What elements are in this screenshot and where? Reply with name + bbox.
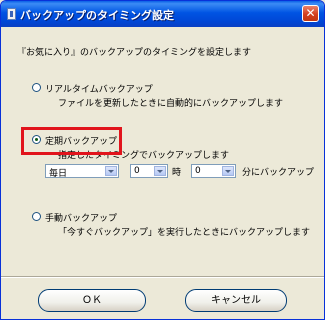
window-title: バックアップのタイミング設定: [20, 9, 174, 22]
intro-text: 『お気に入り』のバックアップのタイミングを設定します: [17, 48, 252, 58]
manual-desc: 「今すぐバックアップ」を実行したときにバックアップします: [58, 228, 311, 238]
frequency-select[interactable]: 毎日: [45, 164, 119, 179]
cancel-button[interactable]: キャンセル: [185, 289, 287, 312]
dialog-window: バックアップのタイミング設定 ✕ 『お気に入り』のバックアップのタイミングを設定…: [0, 0, 325, 320]
manual-radio[interactable]: [32, 212, 41, 221]
footer-divider: [1, 276, 324, 278]
realtime-radio[interactable]: [32, 83, 41, 92]
app-icon: [7, 8, 16, 20]
realtime-label[interactable]: リアルタイムバックアップ: [45, 82, 153, 95]
close-button[interactable]: ✕: [302, 5, 319, 22]
manual-label[interactable]: 手動バックアップ: [45, 211, 117, 224]
hour-unit-label: 時: [172, 168, 182, 178]
chevron-down-icon[interactable]: [105, 166, 117, 176]
hour-value: 0: [134, 166, 140, 176]
frequency-value: 毎日: [49, 169, 68, 179]
minute-select[interactable]: 0: [191, 164, 236, 178]
chevron-down-icon[interactable]: [222, 166, 234, 176]
minute-unit-label: 分にバックアップ: [242, 168, 315, 178]
minute-value: 0: [195, 166, 201, 176]
chevron-down-icon[interactable]: [154, 166, 166, 176]
highlight-box: [21, 127, 122, 155]
hour-select[interactable]: 0: [130, 164, 168, 178]
realtime-desc: ファイルを更新したときに自動的にバックアップします: [58, 99, 284, 109]
title-bar: バックアップのタイミング設定 ✕: [1, 1, 324, 27]
ok-button[interactable]: ＯＫ: [38, 289, 146, 312]
